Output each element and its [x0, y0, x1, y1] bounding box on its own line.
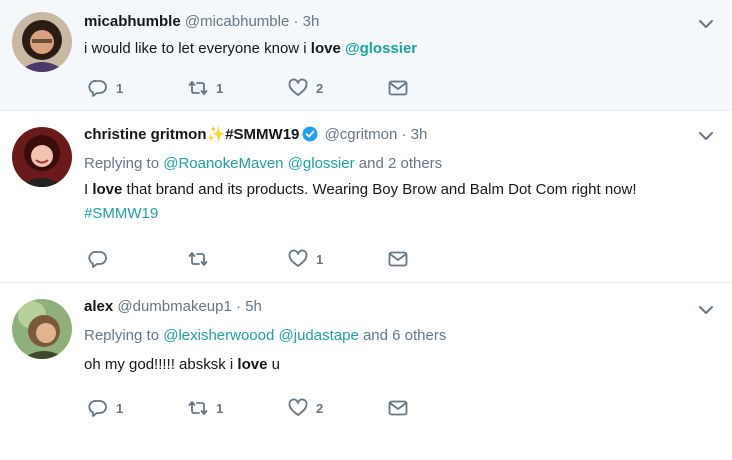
retweet-count: 1	[216, 400, 224, 416]
replying-prefix: Replying to	[84, 155, 164, 172]
retweet-icon	[188, 252, 208, 266]
display-name-hashtag[interactable]: #SMMW19	[225, 126, 299, 143]
tweet[interactable]: micabhumble @micabhumble · 3h i would li…	[0, 0, 732, 111]
timestamp[interactable]: 3h	[303, 13, 320, 30]
avatar-image	[12, 127, 72, 187]
direct-message-button[interactable]	[388, 248, 408, 270]
mention-link[interactable]: @lexisherwoood	[163, 327, 274, 344]
reply-button[interactable]: 1	[88, 77, 123, 99]
retweet-icon	[188, 81, 208, 95]
mention-link[interactable]: @glossier	[345, 40, 417, 57]
envelope-icon	[388, 251, 408, 267]
like-count: 1	[316, 251, 324, 267]
timestamp[interactable]: 5h	[245, 298, 262, 315]
tweet-actions: 1 1 2	[84, 77, 444, 99]
avatar[interactable]	[12, 299, 72, 359]
replying-to: Replying to @RoanokeMaven @glossier and …	[84, 154, 692, 174]
reply-button[interactable]	[88, 248, 116, 270]
tweet-text-bold: love	[92, 181, 123, 198]
reply-count: 1	[116, 80, 124, 96]
separator-dot: ·	[401, 126, 407, 143]
reply-button[interactable]: 1	[88, 397, 123, 419]
mention-link[interactable]: @judastape	[279, 327, 359, 344]
tweet-text-bold: love	[310, 40, 341, 57]
direct-message-button[interactable]	[388, 77, 408, 99]
tweet-text: I love that brand and its products. Wear…	[84, 178, 692, 226]
timestamp[interactable]: 3h	[411, 126, 428, 143]
display-name[interactable]: alex	[84, 298, 113, 315]
heart-icon	[288, 398, 308, 416]
envelope-icon	[388, 400, 408, 416]
tweet-actions: 1 1 2	[84, 397, 444, 419]
user-handle[interactable]: @cgritmon	[325, 126, 398, 143]
verified-badge-icon	[302, 126, 318, 142]
tweet-actions: 1	[84, 248, 444, 270]
reply-icon	[88, 80, 107, 97]
sparkles-emoji: ✨	[206, 126, 226, 143]
tweet-feed: micabhumble @micabhumble · 3h i would li…	[0, 0, 732, 460]
tweet[interactable]: alex @dumbmakeup1 · 5h Replying to @lexi…	[0, 283, 732, 460]
mention-link[interactable]: @glossier	[288, 155, 355, 172]
display-name[interactable]: micabhumble	[84, 13, 181, 30]
heart-icon	[288, 249, 308, 267]
envelope-icon	[388, 80, 408, 96]
retweet-button[interactable]: 1	[188, 77, 223, 99]
avatar[interactable]	[12, 127, 72, 187]
retweet-count: 1	[216, 80, 224, 96]
tweet-text: i would like to let everyone know i love…	[84, 37, 692, 61]
hashtag-link[interactable]: #SMMW19	[84, 205, 158, 222]
direct-message-button[interactable]	[388, 397, 408, 419]
heart-icon	[288, 78, 308, 96]
reply-count: 1	[116, 400, 124, 416]
replying-others[interactable]: and 6 others	[359, 327, 446, 344]
avatar-image	[12, 12, 72, 72]
tweet-text-part: u	[267, 356, 280, 373]
tweet-text-bold: love	[237, 356, 268, 373]
tweet-text-part: i would like to let everyone know i	[84, 40, 311, 57]
retweet-button[interactable]	[188, 248, 216, 270]
avatar-image	[12, 299, 72, 359]
avatar[interactable]	[12, 12, 72, 72]
reply-icon	[88, 400, 107, 417]
like-button[interactable]: 2	[288, 77, 323, 99]
chevron-down-icon[interactable]	[698, 302, 714, 318]
chevron-down-icon[interactable]	[698, 128, 714, 144]
like-count: 2	[316, 400, 324, 416]
tweet[interactable]: christine gritmon✨#SMMW19 @cgritmon · 3h…	[0, 111, 732, 283]
display-name[interactable]: christine gritmon	[84, 126, 207, 143]
tweet-text-part: oh my god!!!!! absksk i	[84, 356, 238, 373]
retweet-icon	[188, 401, 208, 415]
like-button[interactable]: 2	[288, 397, 323, 419]
tweet-text: oh my god!!!!! absksk i love u	[84, 353, 692, 377]
replying-prefix: Replying to	[84, 327, 164, 344]
separator-dot: ·	[236, 298, 242, 315]
separator-dot: ·	[293, 13, 299, 30]
replying-to: Replying to @lexisherwoood @judastape an…	[84, 326, 692, 346]
user-handle[interactable]: @micabhumble	[185, 13, 289, 30]
reply-icon	[88, 251, 107, 268]
like-count: 2	[316, 80, 324, 96]
like-button[interactable]: 1	[288, 248, 323, 270]
retweet-button[interactable]: 1	[188, 397, 223, 419]
mention-link[interactable]: @RoanokeMaven	[163, 155, 283, 172]
user-handle[interactable]: @dumbmakeup1	[117, 298, 231, 315]
replying-others[interactable]: and 2 others	[355, 155, 442, 172]
tweet-text-part: that brand and its products. Wearing Boy…	[122, 181, 637, 198]
chevron-down-icon[interactable]	[698, 16, 714, 32]
